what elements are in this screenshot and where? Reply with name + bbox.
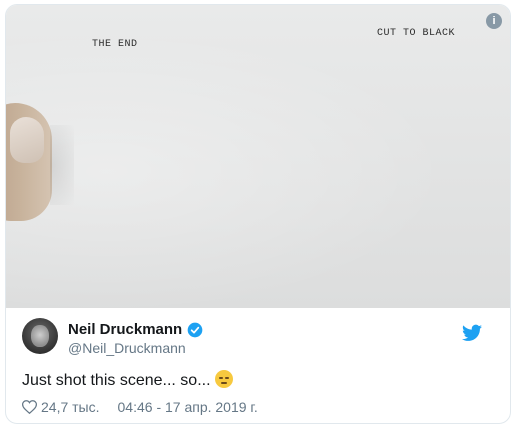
- author-handle[interactable]: @Neil_Druckmann: [68, 340, 186, 356]
- typed-text-the-end: THE END: [92, 39, 138, 50]
- tweet-meta: 24,7 тыс. 04:46 - 17 апр. 2019 г.: [22, 399, 258, 415]
- info-symbol: i: [492, 15, 496, 27]
- timestamp[interactable]: 04:46 - 17 апр. 2019 г.: [118, 399, 258, 415]
- verified-badge-icon: [187, 322, 203, 338]
- tweet-author: Neil Druckmann @Neil_Druckmann: [22, 318, 482, 358]
- tweet-text: Just shot this scene... so...: [22, 370, 233, 390]
- avatar[interactable]: [22, 318, 58, 354]
- tweet-text-body: Just shot this scene... so...: [22, 372, 211, 389]
- avatar-face: [31, 325, 49, 347]
- like-count[interactable]: 24,7 тыс.: [41, 399, 100, 415]
- thumbnail-nail: [10, 117, 44, 163]
- author-name[interactable]: Neil Druckmann: [68, 321, 182, 338]
- thumb-shadow: [50, 125, 74, 205]
- twitter-bird-icon[interactable]: [462, 324, 482, 342]
- info-icon[interactable]: i: [486, 13, 502, 29]
- typed-text-cut-to-black: CUT TO BLACK: [377, 28, 456, 39]
- paper-shading: [6, 5, 510, 308]
- pensive-face-emoji: [214, 370, 233, 388]
- heart-icon[interactable]: [22, 400, 37, 414]
- tweet-card[interactable]: THE END CUT TO BLACK i: [5, 4, 511, 424]
- tweet-photo[interactable]: THE END CUT TO BLACK i: [6, 5, 510, 308]
